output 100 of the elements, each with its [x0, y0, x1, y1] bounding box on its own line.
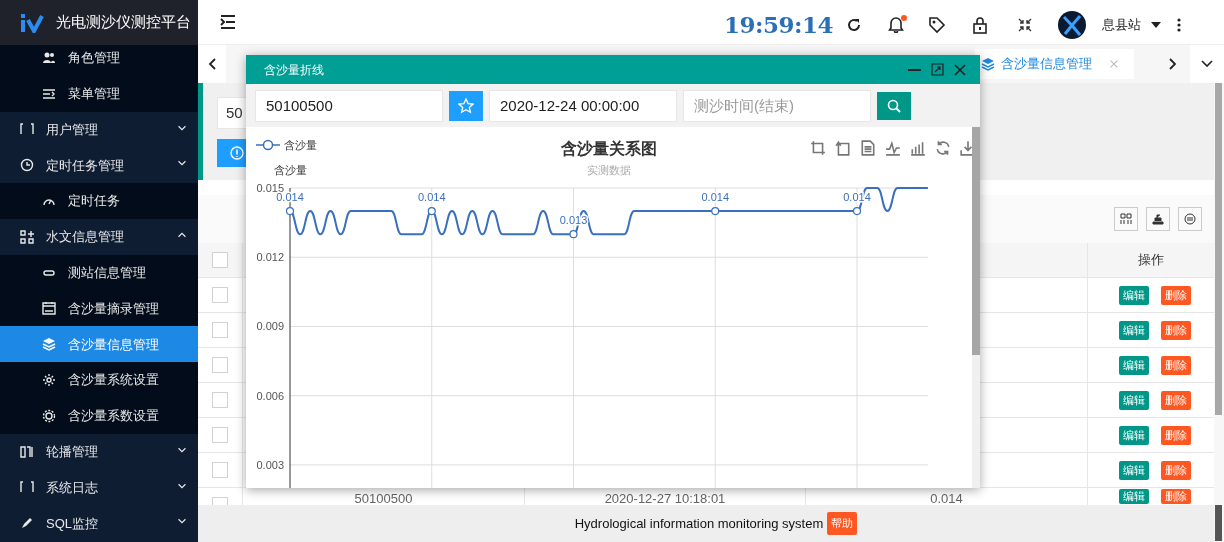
search-icon: [887, 98, 901, 113]
layers-icon: [42, 337, 56, 352]
sidebar-item[interactable]: 含沙量摘录管理: [0, 290, 198, 327]
star-icon: [458, 97, 474, 114]
sidebar-item[interactable]: 菜单管理: [0, 75, 198, 112]
search-button[interactable]: [877, 91, 911, 120]
scrollbar-thumb[interactable]: [1215, 505, 1222, 541]
tab-left-button[interactable]: [198, 45, 226, 83]
chevron-down-icon: [1201, 60, 1213, 68]
edit-button[interactable]: 编辑: [1119, 285, 1149, 305]
tick-label: 0.003: [256, 458, 284, 471]
sidebar-item[interactable]: 系统日志: [0, 469, 198, 506]
start-time-field[interactable]: 2020-12-24 00:00:00: [489, 89, 677, 122]
collapse-icon[interactable]: [1018, 18, 1032, 32]
caret-icon[interactable]: [1151, 22, 1161, 28]
print-button[interactable]: [1178, 207, 1202, 231]
axis-title: 含沙量: [274, 163, 307, 178]
data-point: [569, 230, 578, 239]
table-cell-text: 0.014: [930, 490, 963, 505]
crop-icon[interactable]: [810, 140, 826, 156]
station-field[interactable]: 50100500: [255, 89, 443, 122]
close-icon[interactable]: [954, 63, 966, 76]
end-time-field[interactable]: 测沙时间(结束): [683, 89, 871, 122]
data-point: [427, 207, 436, 216]
sidebar-item[interactable]: 角色管理: [0, 45, 198, 76]
table-cell-text: 50100500: [354, 490, 413, 505]
chart-subtitle: 实测数据: [587, 163, 631, 178]
clock: 19:59:14: [724, 10, 833, 40]
table-cell-text: 2020-12-27 10:18:01: [604, 490, 726, 505]
columns-icon: [20, 444, 34, 459]
chart-title: 含沙量关系图: [561, 139, 657, 159]
edit-button[interactable]: 编辑: [1119, 489, 1149, 504]
checkbox[interactable]: [212, 357, 228, 373]
columns-button[interactable]: [1114, 207, 1138, 231]
sidebar-item[interactable]: 轮播管理: [0, 433, 198, 470]
footer-text: Hydrological information monitoring system: [574, 514, 824, 533]
tick-label: 0.009: [256, 320, 284, 333]
menu-icon[interactable]: [220, 14, 236, 30]
checkbox[interactable]: [212, 462, 228, 478]
edit-button[interactable]: 编辑: [1119, 460, 1149, 480]
sidebar-item[interactable]: 测站信息管理: [0, 254, 198, 291]
user-name[interactable]: 息县站: [1102, 15, 1141, 35]
undo-crop-icon[interactable]: [835, 140, 851, 156]
lock-icon[interactable]: [972, 16, 988, 34]
data-label: 0.014: [276, 191, 304, 204]
dialog-title: 含沙量折线: [264, 61, 324, 79]
maximize-icon[interactable]: [931, 63, 944, 76]
sidebar-item[interactable]: 定时任务管理: [0, 147, 198, 184]
sidebar-item[interactable]: 含沙量系数设置: [0, 397, 198, 434]
sidebar-item[interactable]: 定时任务: [0, 183, 198, 219]
export-icon: [1152, 213, 1164, 225]
sidebar-item[interactable]: 用户管理: [0, 111, 198, 148]
data-point: [285, 207, 295, 216]
legend-item[interactable]: 含沙量: [256, 137, 317, 154]
column-header: 操作: [1138, 251, 1164, 270]
calendar-icon: [42, 301, 56, 316]
bar-chart-icon[interactable]: [910, 140, 926, 156]
users-icon: [42, 50, 56, 65]
tab[interactable]: 含沙量信息管理: [975, 49, 1134, 79]
data-point: [852, 207, 862, 216]
data-point: [711, 207, 720, 216]
refresh-icon[interactable]: [846, 17, 862, 33]
list-icon: [42, 86, 56, 101]
checkbox[interactable]: [212, 287, 228, 303]
gear-icon: [42, 408, 56, 423]
edit-button[interactable]: 编辑: [1119, 320, 1149, 340]
sidebar-item[interactable]: SQL监控: [0, 505, 198, 542]
document-icon[interactable]: [860, 140, 876, 156]
line-chart-icon[interactable]: [885, 140, 901, 156]
sidebar-item[interactable]: 含沙量信息管理: [0, 326, 198, 363]
avatar-icon[interactable]: [1058, 11, 1086, 39]
pen-icon: [20, 516, 34, 531]
grid-icon: [1120, 213, 1132, 225]
edit-button[interactable]: 编辑: [1119, 425, 1149, 445]
chevron-left-icon: [208, 58, 216, 70]
tick-label: 0.012: [256, 251, 284, 264]
info-icon: [230, 146, 244, 160]
checkbox[interactable]: [212, 392, 228, 408]
sidebar-item[interactable]: 水文信息管理: [0, 219, 198, 255]
download-icon[interactable]: [960, 140, 972, 156]
tag-icon[interactable]: [928, 16, 946, 34]
edit-button[interactable]: 编辑: [1119, 390, 1149, 410]
checkbox[interactable]: [212, 322, 228, 338]
bell-icon[interactable]: [888, 15, 904, 33]
chevron-right-icon: [1169, 58, 1177, 70]
bracket-icon: [20, 122, 34, 137]
clock-icon: [20, 158, 34, 173]
tab-menu-button[interactable]: [1190, 45, 1224, 83]
tick-label: 0.006: [256, 389, 284, 402]
favorite-button[interactable]: [449, 90, 483, 121]
scrollbar-thumb[interactable]: [972, 127, 980, 355]
data-label: 0.014: [418, 191, 446, 204]
gear-icon: [42, 373, 56, 388]
export-button[interactable]: [1146, 207, 1170, 231]
checkbox[interactable]: [212, 252, 228, 268]
sidebar-item[interactable]: 含沙量系统设置: [0, 362, 198, 398]
edit-button[interactable]: 编辑: [1119, 355, 1149, 375]
scrollbar-thumb[interactable]: [1215, 83, 1222, 415]
checkbox[interactable]: [212, 427, 228, 443]
more-icon[interactable]: [1177, 18, 1181, 32]
